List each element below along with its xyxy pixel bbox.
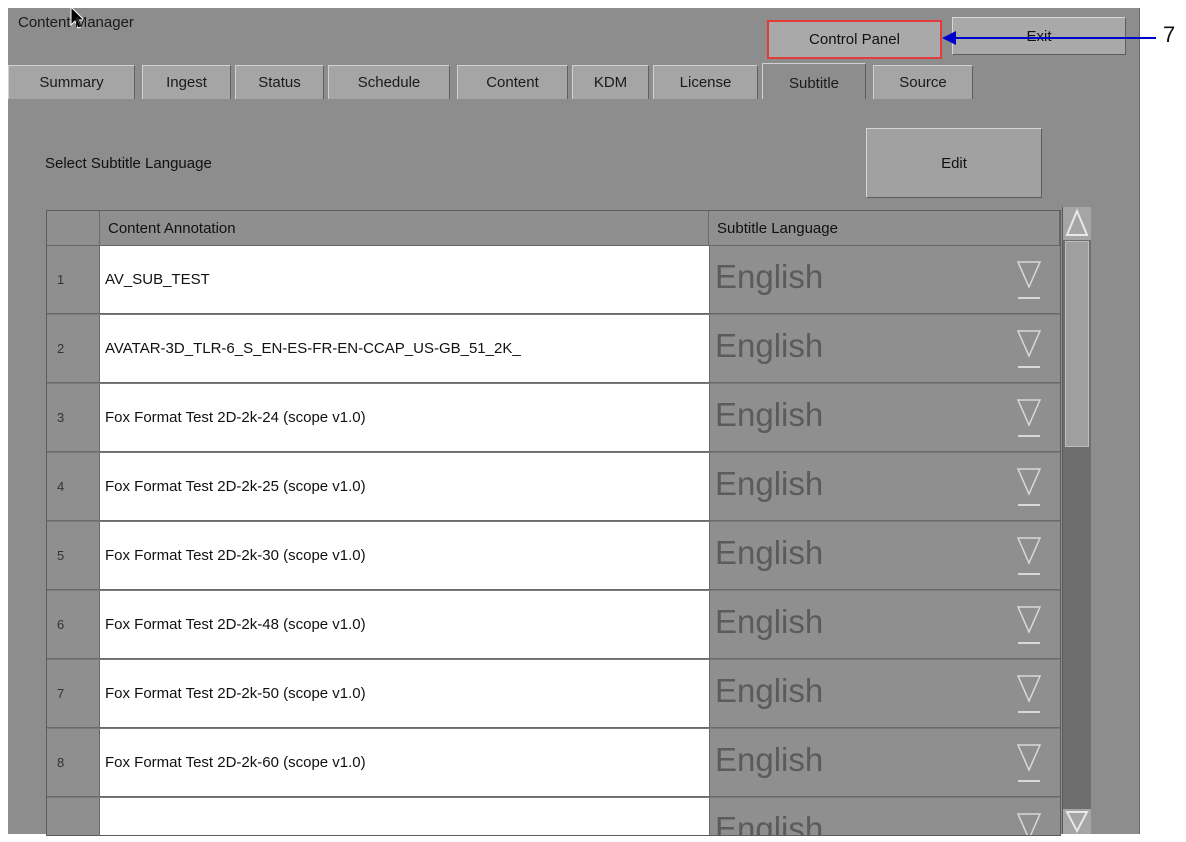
scroll-up-arrow-icon[interactable] [1063, 207, 1091, 240]
table-row[interactable]: 4 Fox Format Test 2D-2k-25 (scope v1.0) En… [47, 453, 1060, 522]
content-annotation-cell[interactable]: Fox Format Test 2D-2k-60 (scope v1.0) [100, 729, 709, 797]
content-annotation-cell[interactable]: Fox Format Test 2D-2k-24 (scope v1.0) [100, 384, 709, 452]
subtitle-language-dropdown[interactable]: English [709, 453, 1060, 521]
table-row[interactable]: 2 AVATAR-3D_TLR-6_S_EN-ES-FR-EN-CCAP_US-G… [47, 315, 1060, 384]
subtitle-language-value: English [715, 810, 824, 836]
table-row[interactable]: 7 Fox Format Test 2D-2k-50 (scope v1.0) En… [47, 660, 1060, 729]
dropdown-triangle-icon[interactable] [1016, 329, 1042, 371]
control-panel-button[interactable]: Control Panel [767, 20, 942, 59]
row-number: 6 [47, 591, 100, 659]
app-title: Content Manager [18, 14, 134, 31]
subtitle-language-value: English [715, 741, 824, 778]
subtitle-language-dropdown[interactable]: English [709, 246, 1060, 314]
row-number: 5 [47, 522, 100, 590]
header-num [47, 211, 100, 246]
dropdown-triangle-icon[interactable] [1016, 605, 1042, 647]
table-row[interactable]: 3 Fox Format Test 2D-2k-24 (scope v1.0) En… [47, 384, 1060, 453]
content-annotation-cell[interactable]: Fox Format Test 2D-2k-30 (scope v1.0) [100, 522, 709, 590]
row-number: 7 [47, 660, 100, 728]
table-scrollbar[interactable] [1062, 207, 1091, 834]
row-number: 4 [47, 453, 100, 521]
subtitle-language-dropdown[interactable]: English [709, 384, 1060, 452]
row-number: 3 [47, 384, 100, 452]
row-number: 1 [47, 246, 100, 314]
dropdown-triangle-icon[interactable] [1016, 812, 1042, 836]
tab-kdm[interactable]: KDM [572, 65, 649, 99]
tab-status[interactable]: Status [235, 65, 324, 99]
dropdown-triangle-icon[interactable] [1016, 467, 1042, 509]
tab-source[interactable]: Source [873, 65, 973, 99]
subtitle-language-value: English [715, 396, 824, 433]
subtitle-language-value: English [715, 465, 824, 502]
dropdown-triangle-icon[interactable] [1016, 260, 1042, 302]
dropdown-triangle-icon[interactable] [1016, 743, 1042, 785]
subtitle-language-dropdown[interactable]: English [709, 660, 1060, 728]
subtitle-language-value: English [715, 258, 824, 295]
dropdown-triangle-icon[interactable] [1016, 536, 1042, 578]
table-row[interactable]: 6 Fox Format Test 2D-2k-48 (scope v1.0) En… [47, 591, 1060, 660]
header-subtitle-language: Subtitle Language [709, 211, 1060, 246]
subtitle-language-dropdown[interactable]: English [709, 522, 1060, 590]
table-row[interactable]: 8 Fox Format Test 2D-2k-60 (scope v1.0) En… [47, 729, 1060, 798]
scroll-thumb[interactable] [1065, 241, 1089, 447]
header-content-annotation: Content Annotation [100, 211, 709, 246]
subtitle-language-dropdown[interactable]: English [709, 591, 1060, 659]
subtitle-language-value: English [715, 534, 824, 571]
row-number: 2 [47, 315, 100, 383]
subtitle-language-value: English [715, 603, 824, 640]
content-annotation-cell[interactable]: Fox Format Test 2D-2k-25 (scope v1.0) [100, 453, 709, 521]
content-annotation-cell[interactable]: AV_SUB_TEST [100, 246, 709, 314]
subtitle-language-value: English [715, 327, 824, 364]
callout-number: 7 [1163, 22, 1176, 47]
row-number [47, 798, 100, 835]
table-row[interactable]: 5 Fox Format Test 2D-2k-30 (scope v1.0) En… [47, 522, 1060, 591]
scroll-down-arrow-icon[interactable] [1063, 809, 1091, 834]
tab-content[interactable]: Content [457, 65, 568, 99]
tab-ingest[interactable]: Ingest [142, 65, 231, 99]
tab-summary[interactable]: Summary [8, 65, 135, 99]
content-annotation-cell[interactable]: Fox Format Test 2D-2k-48 (scope v1.0) [100, 591, 709, 659]
dropdown-triangle-icon[interactable] [1016, 674, 1042, 716]
subtitle-language-dropdown[interactable]: English [709, 729, 1060, 797]
subtitle-language-dropdown[interactable]: English [709, 798, 1060, 836]
content-annotation-cell[interactable] [100, 798, 709, 835]
content-annotation-cell[interactable]: Fox Format Test 2D-2k-50 (scope v1.0) [100, 660, 709, 728]
table-row[interactable]: English [47, 798, 1060, 836]
dropdown-triangle-icon[interactable] [1016, 398, 1042, 440]
row-number: 8 [47, 729, 100, 797]
subtitle-language-value: English [715, 672, 824, 709]
subtitle-table: Content Annotation Subtitle Language 1 AV… [46, 210, 1061, 836]
content-annotation-cell[interactable]: AVATAR-3D_TLR-6_S_EN-ES-FR-EN-CCAP_US-GB… [100, 315, 709, 383]
callout-arrow [942, 31, 1156, 45]
tab-subtitle[interactable]: Subtitle [762, 63, 866, 103]
table-row[interactable]: 1 AV_SUB_TEST English [47, 246, 1060, 315]
subtitle-language-dropdown[interactable]: English [709, 315, 1060, 383]
tab-license[interactable]: License [653, 65, 758, 99]
edit-button[interactable]: Edit [866, 128, 1042, 198]
tab-schedule[interactable]: Schedule [328, 65, 450, 99]
section-label: Select Subtitle Language [45, 155, 212, 172]
